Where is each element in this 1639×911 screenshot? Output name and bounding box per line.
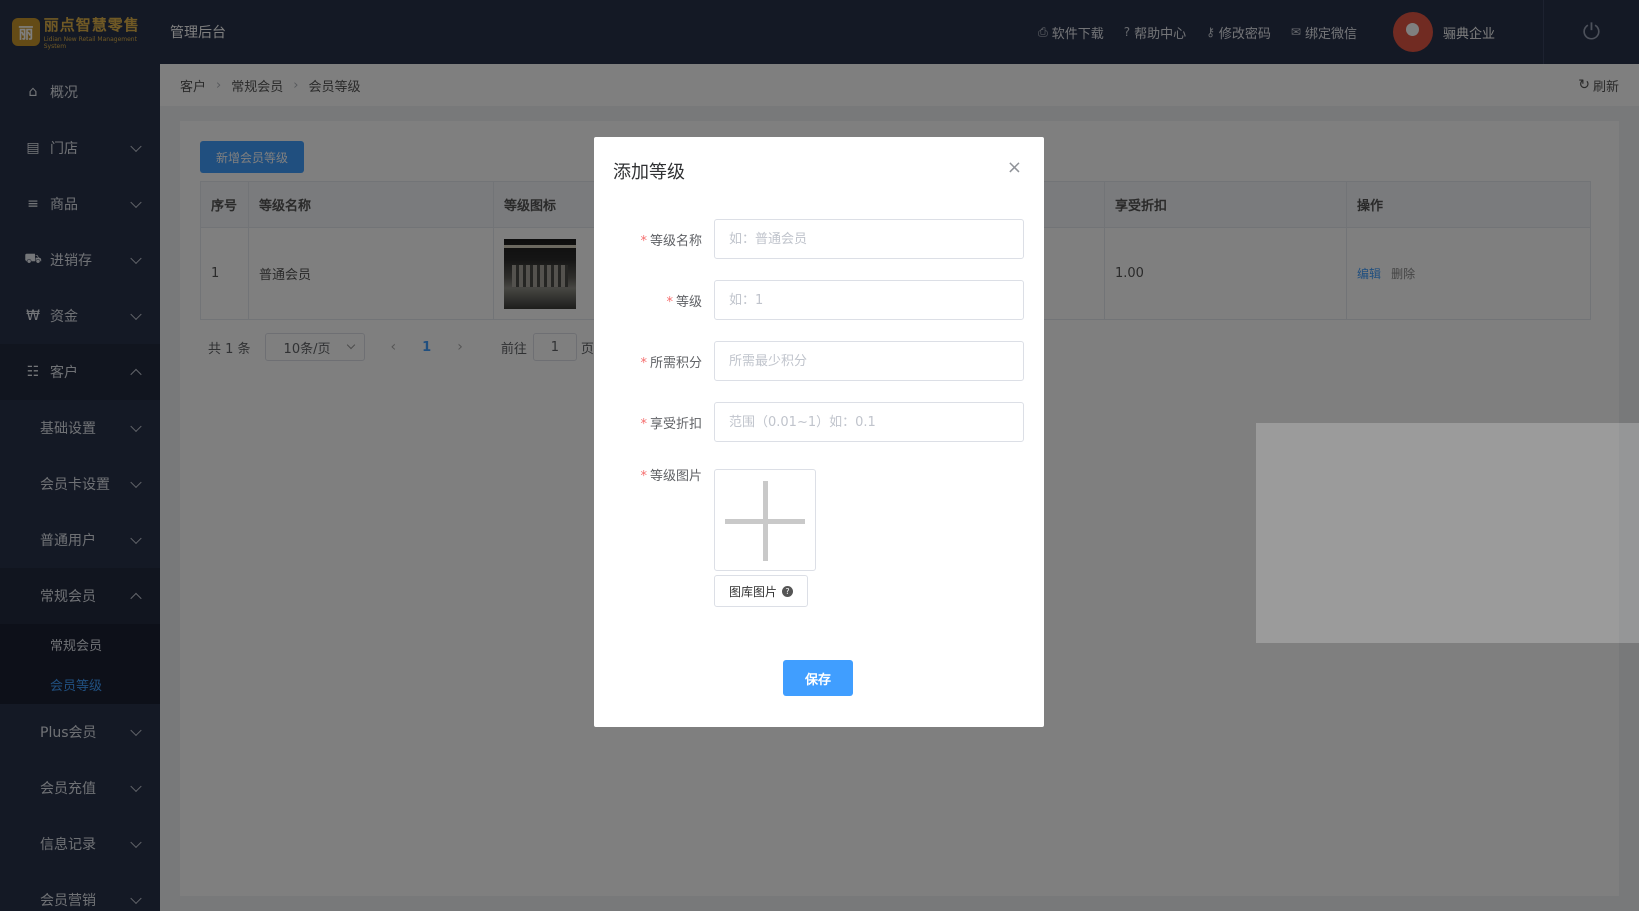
question-icon: ? — [782, 585, 793, 597]
level-input[interactable] — [714, 280, 1024, 320]
level-name-input[interactable] — [714, 219, 1024, 259]
add-level-dialog: 添加等级 × *等级名称 *等级 *所需积分 *享受折扣 *等级图片 图库图片 … — [594, 137, 1044, 727]
dialog-title: 添加等级 — [613, 162, 685, 183]
form-row-level: * 等级 — [594, 280, 1044, 320]
ghost-panel — [1256, 423, 1639, 643]
form-row-points: * 所需积分 — [594, 341, 1044, 381]
gallery-image-button[interactable]: 图库图片 ? — [714, 575, 808, 607]
form-row-level-name: * 等级名称 — [594, 219, 1044, 259]
form-row-discount: * 享受折扣 — [594, 402, 1044, 442]
field-label: 等级图片 — [649, 468, 702, 484]
field-label: 所需积分 — [649, 355, 702, 371]
field-label: 等级 — [675, 294, 702, 310]
required-points-input[interactable] — [714, 341, 1024, 381]
discount-input[interactable] — [714, 402, 1024, 442]
close-icon[interactable]: × — [1007, 157, 1022, 178]
save-button[interactable]: 保存 — [783, 660, 853, 696]
field-label: 等级名称 — [649, 233, 702, 249]
image-uploader[interactable] — [714, 469, 816, 571]
field-label: 享受折扣 — [649, 416, 702, 432]
form-row-image: * 等级图片 — [640, 468, 702, 484]
